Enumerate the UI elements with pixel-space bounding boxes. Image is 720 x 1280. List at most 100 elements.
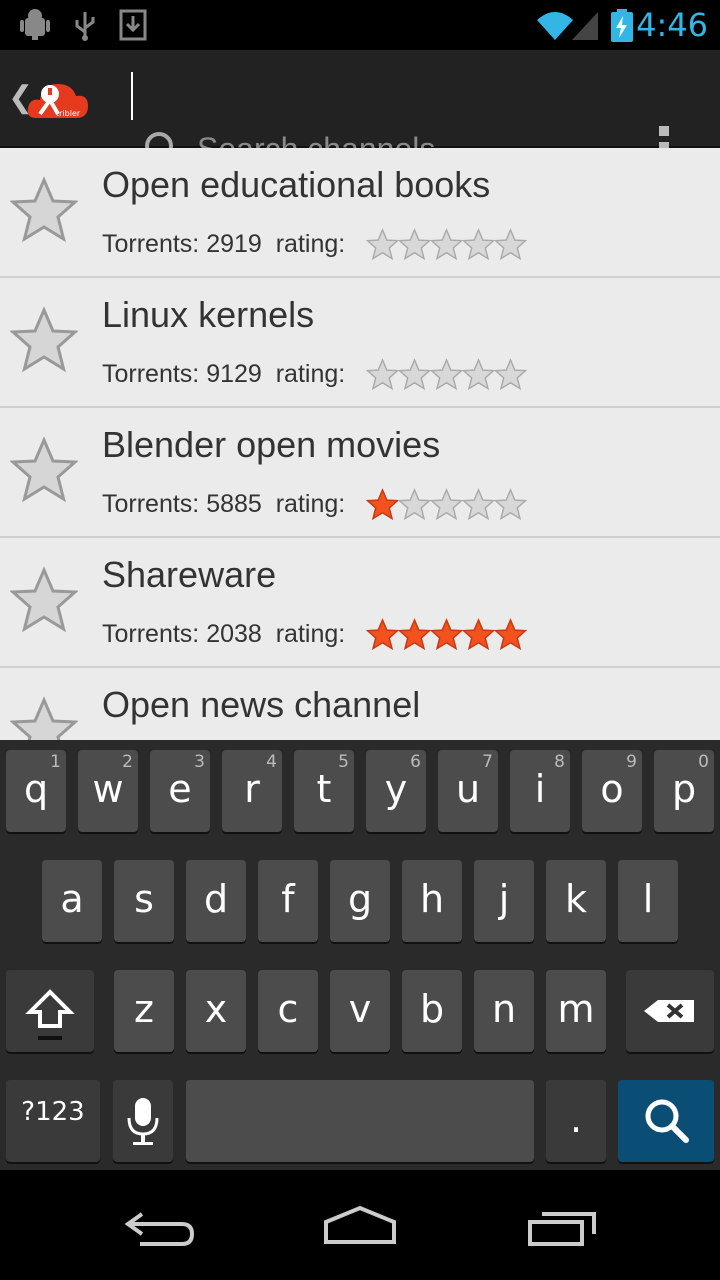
rating-star-empty-icon <box>366 228 399 261</box>
key-w[interactable]: w2 <box>78 750 138 832</box>
rating-star-filled-icon <box>462 618 495 651</box>
svg-text:tribler: tribler <box>56 109 81 118</box>
rating-stars <box>366 228 527 264</box>
rating-stars <box>366 358 527 394</box>
android-debug-icon <box>20 9 50 40</box>
rating-star-empty-icon <box>430 358 463 391</box>
rating-star-empty-icon <box>462 228 495 261</box>
rating-star-filled-icon <box>366 618 399 651</box>
key-b[interactable]: b <box>402 970 462 1052</box>
channel-row[interactable]: Shareware Torrents: 2038 rating: <box>0 538 720 668</box>
soft-keyboard: q 1 w 2 e 3 r 4 t 5 y 6 u 7 i 8 o 9 p 0 a s d f g h j k l z x c v b n m ?123… <box>0 740 720 1170</box>
channel-row[interactable]: Linux kernels Torrents: 9129 rating: <box>0 278 720 408</box>
rating-label: rating: <box>275 360 346 388</box>
download-icon <box>119 9 147 41</box>
key-r[interactable]: r4 <box>222 750 282 832</box>
rating-star-empty-icon <box>398 488 431 521</box>
channel-title: Open news channel <box>102 684 421 725</box>
key-l[interactable]: l <box>618 860 678 942</box>
key-u[interactable]: u7 <box>438 750 498 832</box>
key-x[interactable]: x <box>186 970 246 1052</box>
channel-meta: Torrents: 2919 rating: <box>102 230 345 259</box>
key-z[interactable]: z <box>114 970 174 1052</box>
symbols-key[interactable]: ?123 <box>6 1080 100 1162</box>
usb-icon <box>75 12 95 41</box>
channel-list: Open educational books Torrents: 2919 rat… <box>0 148 720 740</box>
key-h[interactable]: h <box>402 860 462 942</box>
key-j[interactable]: j <box>474 860 534 942</box>
space-key[interactable] <box>186 1080 534 1162</box>
key-c[interactable]: c <box>258 970 318 1052</box>
key-label: . <box>569 1097 583 1141</box>
backspace-icon <box>644 1000 694 1022</box>
rating-star-filled-icon <box>366 488 399 521</box>
channel-meta: Torrents: 2038 rating: <box>102 620 345 649</box>
key-label: f <box>281 877 295 921</box>
key-n[interactable]: n <box>474 970 534 1052</box>
key-label: v <box>348 987 372 1031</box>
clock: 4:46 <box>636 6 708 44</box>
key-label: q <box>23 767 49 811</box>
channel-row[interactable]: Blender open movies Torrents: 5885 rating… <box>0 408 720 538</box>
key-a[interactable]: a <box>42 860 102 942</box>
tribler-logo-icon[interactable]: tribler <box>26 74 90 126</box>
key-label: j <box>498 877 510 921</box>
rating-star-filled-icon <box>494 618 527 651</box>
key-label: h <box>419 877 445 921</box>
key-hint: 5 <box>338 752 349 772</box>
key-p[interactable]: p0 <box>654 750 714 832</box>
key-label: e <box>168 767 192 811</box>
key-f[interactable]: f <box>258 860 318 942</box>
channel-meta: Torrents: 9129 rating: <box>102 360 345 389</box>
rating-star-empty-icon <box>462 488 495 521</box>
rating-star-empty-icon <box>366 358 399 391</box>
channel-title: Shareware <box>102 554 277 595</box>
search-key[interactable] <box>618 1080 714 1162</box>
key-label: a <box>60 877 84 921</box>
shift-key[interactable] <box>6 970 94 1052</box>
voice-input-key[interactable] <box>113 1080 173 1162</box>
key-m[interactable]: m <box>546 970 606 1052</box>
key-label: t <box>316 767 332 811</box>
rating-star-filled-icon <box>430 618 463 651</box>
key-d[interactable]: d <box>186 860 246 942</box>
rating-star-empty-icon <box>462 358 495 391</box>
key-k[interactable]: k <box>546 860 606 942</box>
rating-star-empty-icon <box>430 488 463 521</box>
key-label: x <box>204 987 228 1031</box>
key-s[interactable]: s <box>114 860 174 942</box>
period-key[interactable]: . <box>546 1080 606 1162</box>
torrent-count: Torrents: 5885 <box>102 490 262 518</box>
delete-key[interactable] <box>626 970 714 1052</box>
channel-row[interactable]: Open educational books Torrents: 2919 rat… <box>0 148 720 278</box>
key-i[interactable]: i8 <box>510 750 570 832</box>
key-label: s <box>134 877 154 921</box>
status-bar: 4:46 <box>0 0 720 50</box>
key-g[interactable]: g <box>330 860 390 942</box>
key-o[interactable]: o9 <box>582 750 642 832</box>
key-label: c <box>277 987 299 1031</box>
key-y[interactable]: y6 <box>366 750 426 832</box>
key-e[interactable]: e3 <box>150 750 210 832</box>
key-v[interactable]: v <box>330 970 390 1052</box>
favorite-star-icon[interactable] <box>10 566 78 634</box>
torrent-count: Torrents: 2919 <box>102 230 262 258</box>
key-q[interactable]: q1 <box>6 750 66 832</box>
key-t[interactable]: t5 <box>294 750 354 832</box>
shift-icon <box>25 989 75 1040</box>
back-icon[interactable] <box>120 1200 200 1250</box>
wifi-icon <box>537 12 573 40</box>
home-icon[interactable] <box>320 1200 400 1250</box>
torrent-count: Torrents: 2038 <box>102 620 262 648</box>
key-hint: 3 <box>194 752 205 772</box>
favorite-star-icon[interactable] <box>10 176 78 244</box>
key-label: k <box>564 877 587 921</box>
action-bar: ❮ tribler <box>0 50 720 187</box>
favorite-star-icon[interactable] <box>10 436 78 504</box>
rating-label: rating: <box>275 620 346 648</box>
torrent-count: Torrents: 9129 <box>102 360 262 388</box>
channel-row[interactable]: Open news channel <box>0 668 720 740</box>
favorite-star-icon[interactable] <box>10 306 78 374</box>
favorite-star-icon[interactable] <box>10 696 78 740</box>
recent-apps-icon[interactable] <box>522 1200 602 1250</box>
